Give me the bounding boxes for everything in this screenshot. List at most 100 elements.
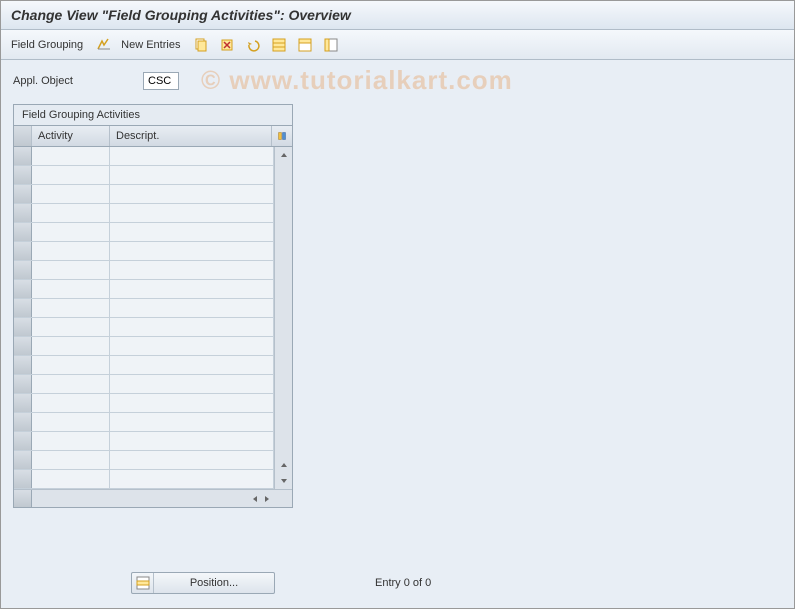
row-selector[interactable] [14, 280, 32, 298]
row-selector[interactable] [14, 185, 32, 203]
row-selector[interactable] [14, 337, 32, 355]
cell-descript[interactable] [110, 185, 274, 203]
cell-descript[interactable] [110, 451, 274, 469]
cell-descript[interactable] [110, 356, 274, 374]
scroll-down-icon[interactable] [275, 473, 292, 489]
cell-activity[interactable] [32, 318, 110, 336]
page-title: Change View "Field Grouping Activities":… [1, 1, 794, 30]
row-selector-header[interactable] [14, 126, 32, 146]
table-row[interactable] [14, 337, 274, 356]
col-config-header[interactable] [272, 126, 292, 146]
scroll-right-icon[interactable] [262, 491, 272, 507]
cell-descript[interactable] [110, 223, 274, 241]
cell-descript[interactable] [110, 147, 274, 165]
table-row[interactable] [14, 413, 274, 432]
cell-activity[interactable] [32, 242, 110, 260]
table-row[interactable] [14, 166, 274, 185]
table-row[interactable] [14, 299, 274, 318]
row-selector[interactable] [14, 204, 32, 222]
row-selector[interactable] [14, 413, 32, 431]
cell-activity[interactable] [32, 413, 110, 431]
row-selector[interactable] [14, 470, 32, 488]
undo-icon[interactable] [244, 36, 262, 54]
table-row[interactable] [14, 147, 274, 166]
row-selector[interactable] [14, 147, 32, 165]
select-all-icon[interactable] [270, 36, 288, 54]
cell-activity[interactable] [32, 394, 110, 412]
footer-corner [274, 490, 292, 507]
cell-activity[interactable] [32, 166, 110, 184]
cell-descript[interactable] [110, 242, 274, 260]
delete-icon[interactable] [218, 36, 236, 54]
row-selector[interactable] [14, 356, 32, 374]
cell-descript[interactable] [110, 318, 274, 336]
scroll-up2-icon[interactable] [275, 457, 292, 473]
cell-descript[interactable] [110, 432, 274, 450]
hscroll-thumb[interactable] [114, 493, 246, 505]
cell-activity[interactable] [32, 432, 110, 450]
scroll-left-icon[interactable] [250, 491, 260, 507]
row-selector[interactable] [14, 394, 32, 412]
cell-activity[interactable] [32, 147, 110, 165]
vertical-scrollbar[interactable] [274, 147, 292, 489]
row-selector[interactable] [14, 299, 32, 317]
table-row[interactable] [14, 451, 274, 470]
new-entries-button[interactable]: New Entries [121, 39, 180, 51]
field-grouping-label[interactable]: Field Grouping [11, 39, 83, 51]
horizontal-scrollbar[interactable] [112, 490, 274, 507]
cell-descript[interactable] [110, 375, 274, 393]
cell-activity[interactable] [32, 375, 110, 393]
table-row[interactable] [14, 432, 274, 451]
position-button[interactable]: Position... [131, 572, 275, 594]
cell-activity[interactable] [32, 223, 110, 241]
table-row[interactable] [14, 261, 274, 280]
cell-activity[interactable] [32, 451, 110, 469]
scroll-up-icon[interactable] [275, 147, 292, 163]
cell-descript[interactable] [110, 337, 274, 355]
table-row[interactable] [14, 223, 274, 242]
cell-descript[interactable] [110, 394, 274, 412]
row-selector[interactable] [14, 166, 32, 184]
row-selector[interactable] [14, 375, 32, 393]
cell-activity[interactable] [32, 280, 110, 298]
config-icon[interactable] [322, 36, 340, 54]
table-row[interactable] [14, 280, 274, 299]
cell-descript[interactable] [110, 280, 274, 298]
cell-descript[interactable] [110, 470, 274, 488]
cell-activity[interactable] [32, 185, 110, 203]
table-row[interactable] [14, 242, 274, 261]
row-selector[interactable] [14, 223, 32, 241]
footer-row-selector[interactable] [14, 490, 32, 507]
table-row[interactable] [14, 204, 274, 223]
cell-activity[interactable] [32, 356, 110, 374]
row-selector[interactable] [14, 451, 32, 469]
cell-descript[interactable] [110, 166, 274, 184]
copy-icon[interactable] [192, 36, 210, 54]
cell-activity[interactable] [32, 299, 110, 317]
deselect-icon[interactable] [296, 36, 314, 54]
cell-activity[interactable] [32, 204, 110, 222]
table-row[interactable] [14, 185, 274, 204]
cell-activity[interactable] [32, 470, 110, 488]
scroll-track[interactable] [275, 163, 292, 457]
col-descript-header[interactable]: Descript. [110, 126, 272, 146]
row-selector[interactable] [14, 318, 32, 336]
toggle-icon[interactable] [95, 36, 113, 54]
table-row[interactable] [14, 470, 274, 489]
row-selector[interactable] [14, 261, 32, 279]
cell-activity[interactable] [32, 261, 110, 279]
table-row[interactable] [14, 394, 274, 413]
cell-descript[interactable] [110, 261, 274, 279]
table-row[interactable] [14, 375, 274, 394]
col-activity-header[interactable]: Activity [32, 126, 110, 146]
row-selector[interactable] [14, 432, 32, 450]
table-row[interactable] [14, 356, 274, 375]
bottom-bar: Position... Entry 0 of 0 [1, 572, 794, 594]
appl-object-input[interactable] [143, 72, 179, 90]
cell-descript[interactable] [110, 204, 274, 222]
table-row[interactable] [14, 318, 274, 337]
cell-descript[interactable] [110, 299, 274, 317]
row-selector[interactable] [14, 242, 32, 260]
cell-descript[interactable] [110, 413, 274, 431]
cell-activity[interactable] [32, 337, 110, 355]
